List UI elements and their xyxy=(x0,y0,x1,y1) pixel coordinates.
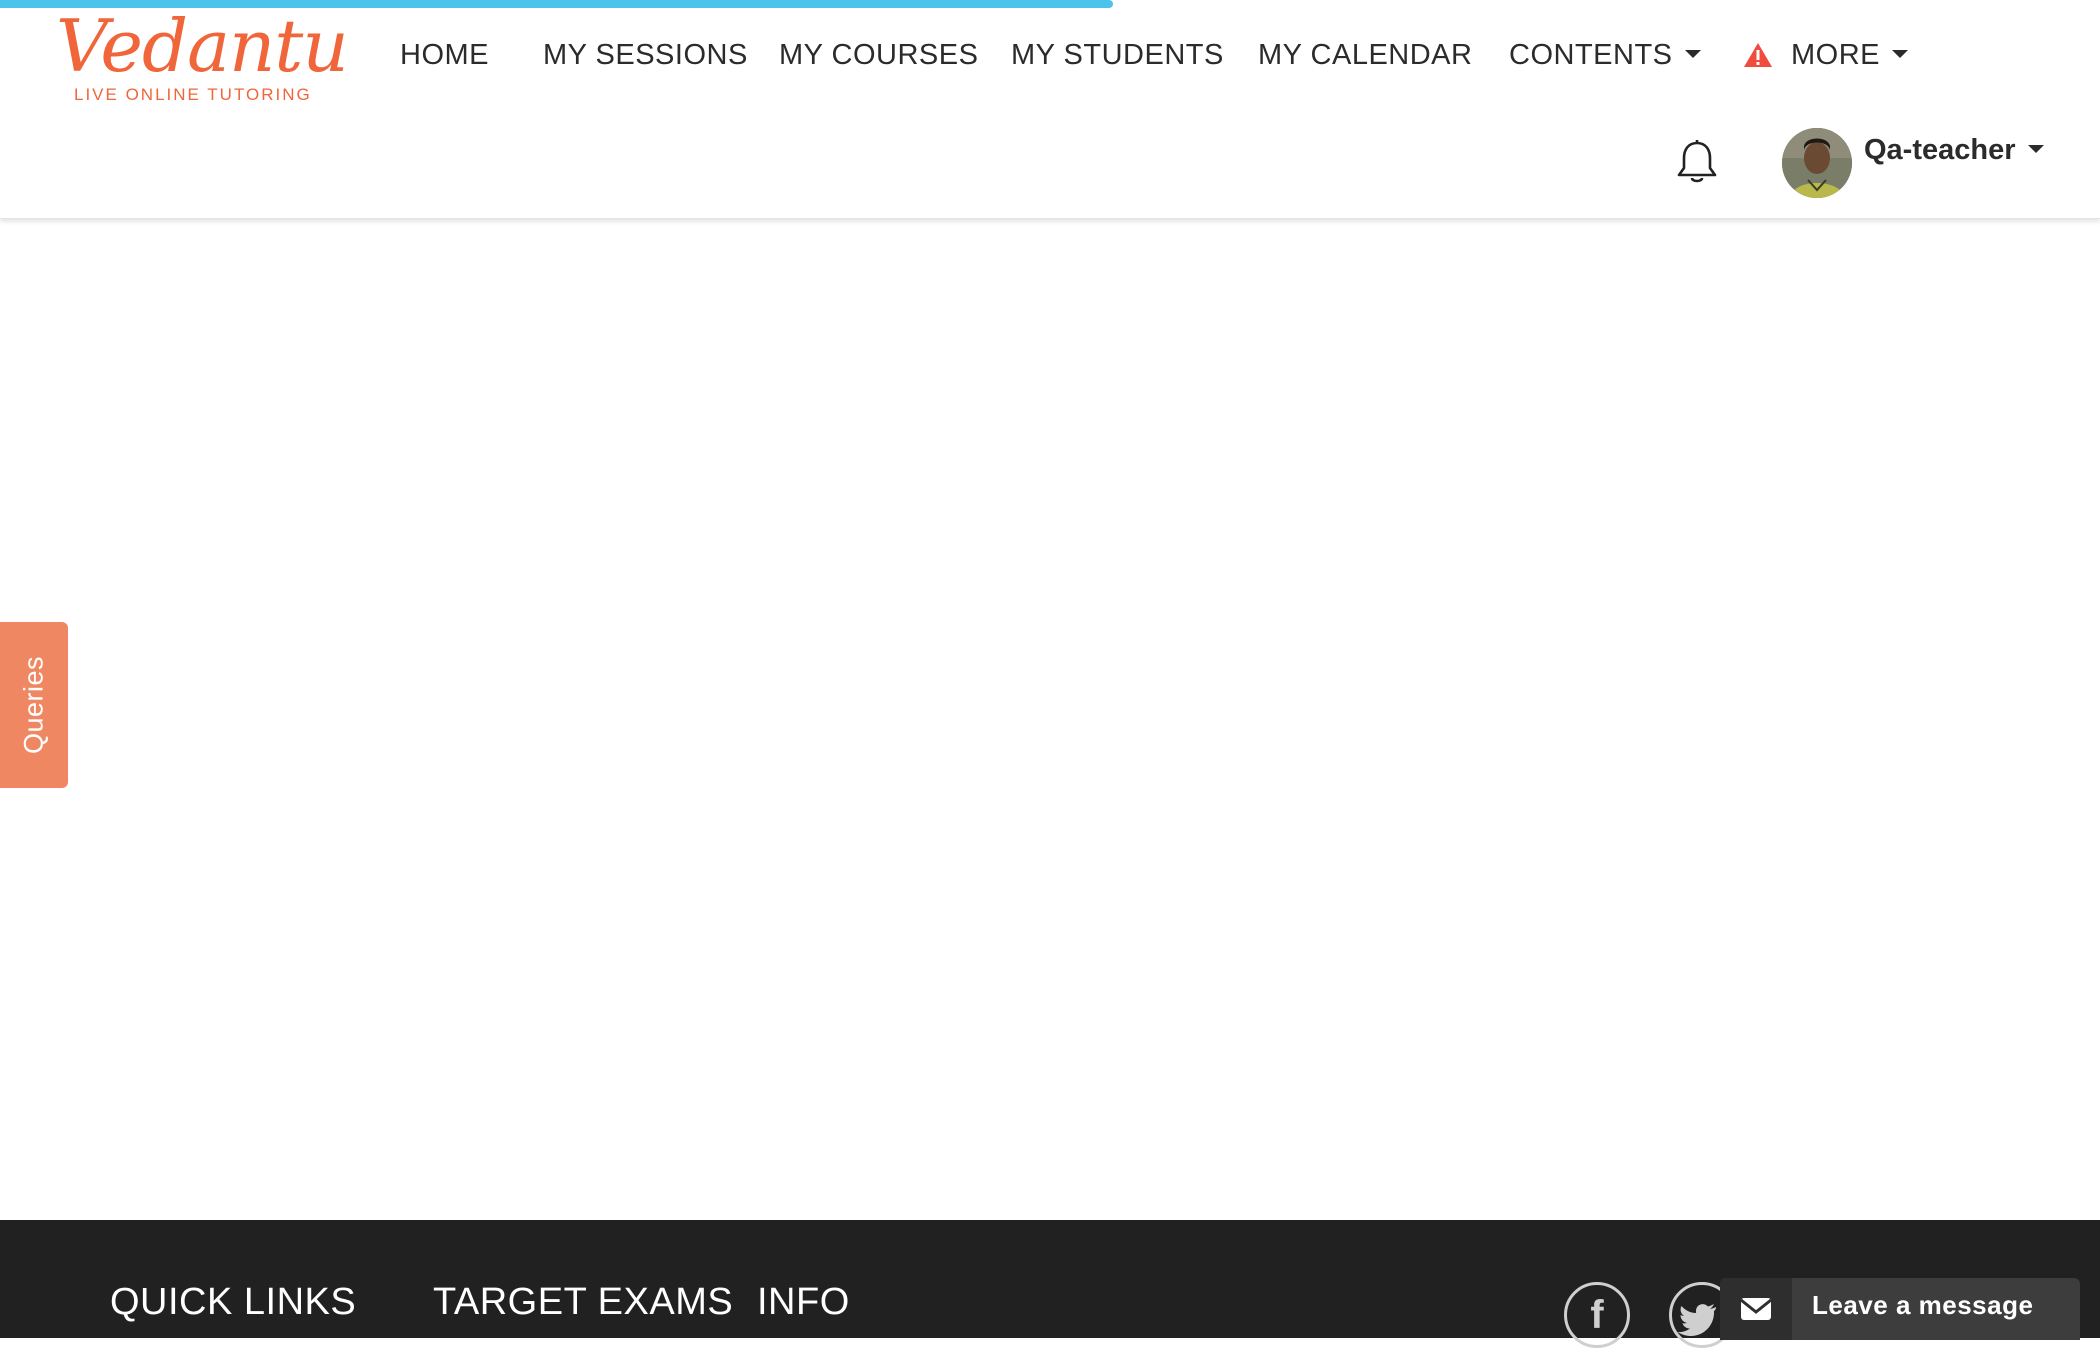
top-header: Vedantu LIVE ONLINE TUTORING HOME MY SES… xyxy=(0,0,2100,219)
vedantu-logo[interactable]: Vedantu LIVE ONLINE TUTORING xyxy=(56,6,349,106)
avatar[interactable] xyxy=(1782,128,1852,198)
nav-my-calendar[interactable]: MY CALENDAR xyxy=(1258,36,1472,74)
nav-more-dropdown[interactable]: MORE xyxy=(1743,36,1908,74)
envelope-icon xyxy=(1720,1278,1792,1340)
nav-my-students-label: MY STUDENTS xyxy=(1011,39,1224,71)
nav-my-calendar-label: MY CALENDAR xyxy=(1258,39,1473,71)
footer-quick-links-heading: QUICK LINKS xyxy=(110,1281,357,1323)
leave-message-widget[interactable]: Leave a message xyxy=(1720,1278,2080,1340)
nav-contents-label: CONTENTS xyxy=(1509,39,1673,71)
footer-info-heading: INFO xyxy=(757,1281,850,1323)
queries-tab[interactable]: Queries xyxy=(0,622,68,788)
nav-my-students[interactable]: MY STUDENTS xyxy=(1011,36,1224,74)
chevron-down-icon xyxy=(2027,145,2044,154)
nav-more-label: MORE xyxy=(1791,39,1880,71)
logo-tagline: LIVE ONLINE TUTORING xyxy=(74,85,312,104)
nav-contents-dropdown[interactable]: CONTENTS xyxy=(1509,36,1701,74)
warning-icon xyxy=(1743,40,1773,68)
nav-home[interactable]: HOME xyxy=(400,36,489,74)
bell-icon[interactable] xyxy=(1674,138,1720,186)
logo-wordmark: Vedantu xyxy=(56,4,349,88)
user-menu[interactable]: Qa-teacher xyxy=(1864,130,2044,170)
footer-target-exams-heading: TARGET EXAMS xyxy=(433,1281,734,1323)
leave-message-label: Leave a message xyxy=(1812,1290,2034,1320)
nav-my-courses[interactable]: MY COURSES xyxy=(779,36,978,74)
page-load-progress-bar xyxy=(0,0,1113,8)
nav-my-courses-label: MY COURSES xyxy=(779,39,979,71)
queries-tab-label: Queries xyxy=(18,655,49,755)
nav-my-sessions-label: MY SESSIONS xyxy=(543,39,748,71)
nav-home-label: HOME xyxy=(400,39,489,71)
chevron-down-icon xyxy=(1892,50,1908,59)
nav-my-sessions[interactable]: MY SESSIONS xyxy=(543,36,748,74)
chevron-down-icon xyxy=(1684,50,1701,59)
facebook-icon[interactable]: f xyxy=(1564,1282,1630,1348)
username-label: Qa-teacher xyxy=(1864,134,2016,166)
